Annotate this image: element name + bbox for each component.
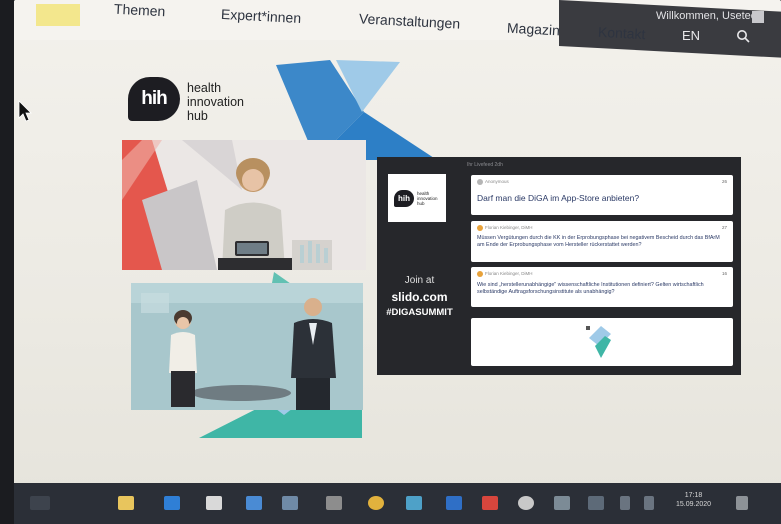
yellow-nav-block <box>36 4 80 26</box>
logo-line-health: health <box>187 81 222 95</box>
user-greeting[interactable]: Willkommen, Usetee <box>656 10 757 22</box>
photo-frame: Themen Expert*innen Veranstaltungen Maga… <box>0 0 781 524</box>
network-icon[interactable] <box>644 496 654 510</box>
monitor-screen: Themen Expert*innen Veranstaltungen Maga… <box>14 0 781 500</box>
question-author-name: Florian Kiebinger, DiMH <box>485 271 533 277</box>
slido-logo-badge: hih <box>394 189 414 207</box>
mail-icon[interactable] <box>246 496 262 510</box>
question-card[interactable]: Anonymous 26 Darf man die DiGA im App-St… <box>471 175 733 215</box>
tray-chevron-icon[interactable] <box>620 496 630 510</box>
app-icon[interactable] <box>554 496 570 510</box>
logo-line-innovation: innovation <box>187 95 244 109</box>
taskbar-date: 15.09.2020 <box>676 501 712 508</box>
taskbar-time: 17:18 <box>684 492 703 499</box>
user-icon[interactable] <box>752 11 764 23</box>
slido-logo-line: innovation <box>417 195 438 201</box>
nav-item-themen[interactable]: Themen <box>114 1 166 20</box>
avatar <box>477 225 483 231</box>
question-text: Darf man die DiGA im App-Store anbieten? <box>477 193 640 203</box>
video-speaker-tablet <box>122 140 366 270</box>
slido-panel: Ihr Livefeed 2dh hih health innovation h… <box>377 157 741 375</box>
video-speaker-tablet-image <box>122 140 366 270</box>
question-author: Florian Kiebinger, DiMH <box>477 225 533 231</box>
question-likes: 26 <box>721 179 727 184</box>
slido-graphic <box>586 326 611 358</box>
slido-hashtag: #DIGASUMMIT <box>386 307 453 318</box>
slido-hih-logo: hih health innovation hub <box>388 174 446 222</box>
slido-logo-text: health innovation hub <box>417 191 438 206</box>
nav-item-events[interactable]: Veranstaltungen <box>359 10 461 31</box>
settings-gear-icon[interactable] <box>518 496 534 510</box>
video-two-speakers-image <box>131 283 363 410</box>
app-icon[interactable] <box>282 496 298 510</box>
question-author: Anonymous <box>477 179 509 185</box>
top-navigation: Themen Expert*innen Veranstaltungen Maga… <box>14 0 781 58</box>
avatar <box>477 271 483 277</box>
question-card[interactable]: Florian Kiebinger, DiMH 16 Wie sind „her… <box>471 267 733 307</box>
app-icon[interactable] <box>326 496 342 510</box>
file-explorer-icon[interactable] <box>118 496 134 510</box>
question-likes: 16 <box>721 271 727 276</box>
nav-item-contact[interactable]: Kontakt <box>598 24 646 42</box>
store-icon[interactable] <box>206 496 222 510</box>
app-icon[interactable] <box>588 496 604 510</box>
question-text: Müssen Vergütungen durch die KK in der E… <box>477 235 720 248</box>
mouse-cursor-icon <box>18 100 32 122</box>
question-likes: 27 <box>721 225 727 230</box>
notification-icon[interactable] <box>736 496 748 510</box>
nav-item-magazine[interactable]: Magazin <box>507 20 561 39</box>
video-two-speakers <box>131 283 363 410</box>
app-icon[interactable] <box>446 496 462 510</box>
start-icon[interactable] <box>30 496 50 510</box>
question-text: Wie sind „herstellerunabhängige" wissens… <box>477 282 704 295</box>
slido-join-url[interactable]: slido.com <box>377 290 462 304</box>
slido-join-label: Join at <box>404 275 435 286</box>
search-icon[interactable] <box>736 29 750 43</box>
question-card[interactable]: Florian Kiebinger, DiMH 27 Müssen Vergüt… <box>471 221 733 262</box>
question-card-partial[interactable] <box>471 318 733 366</box>
app-icon[interactable] <box>482 496 498 510</box>
chrome-icon[interactable] <box>368 496 384 510</box>
avatar <box>477 179 483 185</box>
question-author: Florian Kiebinger, DiMH <box>477 271 533 277</box>
nav-item-experts[interactable]: Expert*innen <box>221 6 302 26</box>
os-taskbar: 17:18 15.09.2020 <box>14 483 781 524</box>
logo-line-hub: hub <box>187 109 208 123</box>
language-switch[interactable]: EN <box>682 28 700 43</box>
slido-top-label: Ihr Livefeed 2dh <box>467 162 503 168</box>
question-author-name: Anonymous <box>485 179 509 185</box>
hih-logo-badge: hih <box>128 77 180 121</box>
slido-logo-line: hub <box>417 200 425 206</box>
question-author-name: Florian Kiebinger, DiMH <box>485 225 533 231</box>
app-icon[interactable] <box>406 496 422 510</box>
hih-logo-text: health innovation hub <box>187 81 244 123</box>
edge-icon[interactable] <box>164 496 180 510</box>
taskbar-clock[interactable]: 17:18 15.09.2020 <box>676 491 711 509</box>
